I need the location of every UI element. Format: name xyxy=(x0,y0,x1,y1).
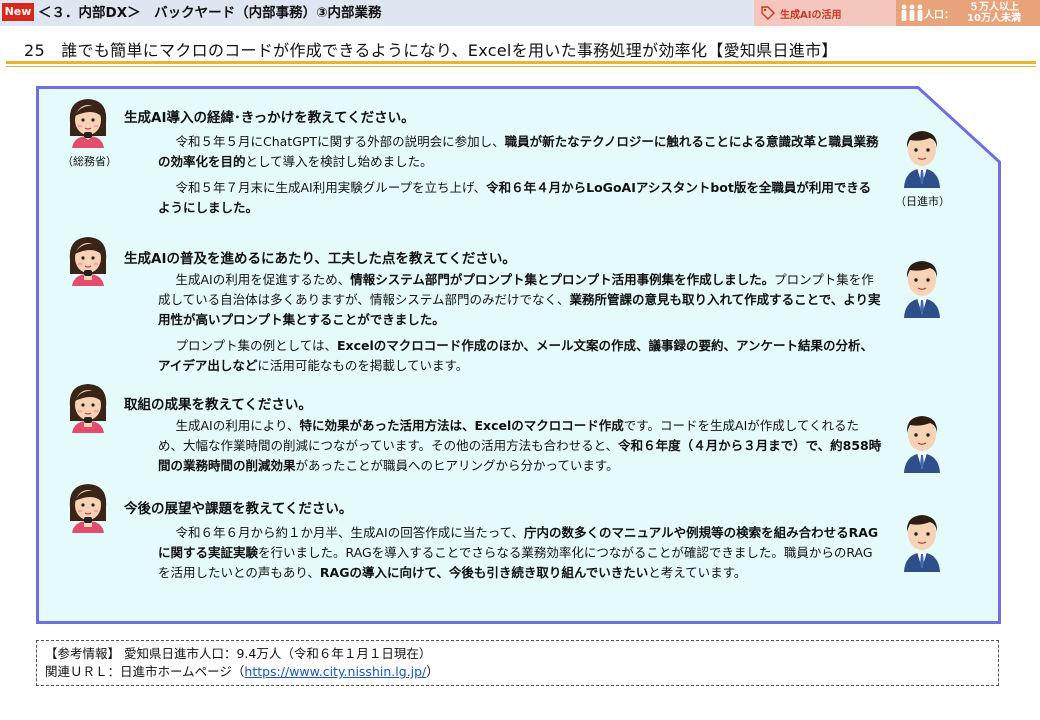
reference-box: 【参考情報】 愛知県日進市人口：9.4万人（令和６年１月１日現在） 関連ＵＲＬ：… xyxy=(36,640,999,686)
answer-text: 令和６年６月から約１か月半、生成AIの回答作成に当たって、 xyxy=(175,525,525,540)
reference-url-suffix: ） xyxy=(426,664,439,679)
interview-panel: （総務省） 生成AI導入の経緯･きっかけを教えてください。 令和５年５月にCha… xyxy=(36,86,1001,624)
answer-text: があったことが職員へのヒアリングから分かっています。 xyxy=(295,458,619,473)
answer-4-paragraph-1: 令和６年６月から約１か月半、生成AIの回答作成に当たって、庁内の数多くのマニュア… xyxy=(158,523,882,583)
answer-text: に活用可能なものを掲載しています。 xyxy=(257,358,469,373)
emphasis-text: 特に効果があった活用方法は、Excelのマクロコード作成 xyxy=(299,418,624,433)
people-icon xyxy=(901,4,923,21)
answer-text: 生成AIの利用を促進するため、 xyxy=(175,272,351,287)
emphasis-text: 情報システム部門がプロンプト集とプロンプト活用事例集を作成しました。 xyxy=(350,272,775,287)
tag-pop-value-2: 10万人未満 xyxy=(967,13,1021,24)
page-title: 25 誰でも簡単にマクロのコードが作成できるようになり、Excelを用いた事務処… xyxy=(24,41,838,60)
title-rule xyxy=(6,61,1036,64)
respondent-label: （日進市） xyxy=(895,195,950,208)
section-title: ＜３．内部DX＞ バックヤード（内部事務）③内部業務 xyxy=(38,5,382,21)
answer-text: として導入を検討し始めました。 xyxy=(245,154,433,169)
new-badge: New xyxy=(2,3,34,21)
answer-text: 生成AIの利用により、 xyxy=(175,418,300,433)
interviewer-label: （総務省） xyxy=(62,155,117,168)
answer-2-paragraph-2: プロンプト集の例としては、Excelのマクロコード作成のほか、メール文案の作成、… xyxy=(158,336,882,376)
question-3: 取組の成果を教えてください。 xyxy=(124,397,312,413)
answer-text: と考えています。 xyxy=(648,565,747,580)
answer-1-paragraph-1: 令和５年５月にChatGPTに関する外部の説明会に参加し、職員が新たなテクノロジ… xyxy=(158,132,882,172)
tag-icon xyxy=(761,6,775,20)
answer-2-paragraph-1: 生成AIの利用を促進するため、情報システム部門がプロンプト集とプロンプト活用事例… xyxy=(158,270,882,330)
tag-pop-value: ５万人以上 10万人未満 xyxy=(954,2,1034,24)
answer-text: 令和５年５月にChatGPTに関する外部の説明会に参加し、 xyxy=(175,134,505,149)
man-avatar-icon xyxy=(900,411,944,477)
answer-3-paragraph-1: 生成AIの利用により、特に効果があった活用方法は、Excelのマクロコード作成で… xyxy=(158,416,882,476)
reference-line-2: 関連ＵＲＬ：日進市ホームページ（https://www.city.nisshin… xyxy=(45,663,990,681)
tag-pop-value-1: ５万人以上 xyxy=(969,2,1019,13)
tag-population: 人口： ５万人以上 10万人未満 xyxy=(896,0,1040,26)
answer-1-paragraph-2: 令和５年７月末に生成AI利用実験グループを立ち上げ、令和６年４月からLoGoAI… xyxy=(158,178,882,218)
question-1: 生成AI導入の経緯･きっかけを教えてください。 xyxy=(124,110,415,126)
woman-avatar-icon xyxy=(66,381,110,437)
city-homepage-link[interactable]: https://www.city.nisshin.lg.jp/ xyxy=(244,664,426,679)
woman-avatar-icon xyxy=(66,481,110,537)
question-4: 今後の展望や課題を教えてください。 xyxy=(124,501,353,517)
man-avatar-icon xyxy=(900,510,944,576)
reference-url-prefix: 関連ＵＲＬ：日進市ホームページ（ xyxy=(45,664,245,679)
tag-generative-ai: 生成AIの活用 xyxy=(754,0,896,26)
tag-pop-label: 人口： xyxy=(924,9,954,21)
woman-avatar-icon xyxy=(66,234,110,290)
question-2: 生成AIの普及を進めるにあたり、工夫した点を教えてください。 xyxy=(124,251,516,267)
man-avatar-icon xyxy=(900,256,944,322)
title-rule-thin xyxy=(6,66,1036,67)
tag-ai-label: 生成AIの活用 xyxy=(780,9,842,21)
answer-text: 令和５年７月末に生成AI利用実験グループを立ち上げ、 xyxy=(175,180,487,195)
woman-avatar-icon xyxy=(66,96,110,152)
emphasis-text: RAGの導入に向けて、今後も引き続き取り組んでいきたい xyxy=(319,565,649,580)
reference-line-1: 【参考情報】 愛知県日進市人口：9.4万人（令和６年１月１日現在） xyxy=(45,646,432,661)
answer-text: プロンプト集の例としては、 xyxy=(175,338,338,353)
man-avatar-icon xyxy=(900,126,944,192)
